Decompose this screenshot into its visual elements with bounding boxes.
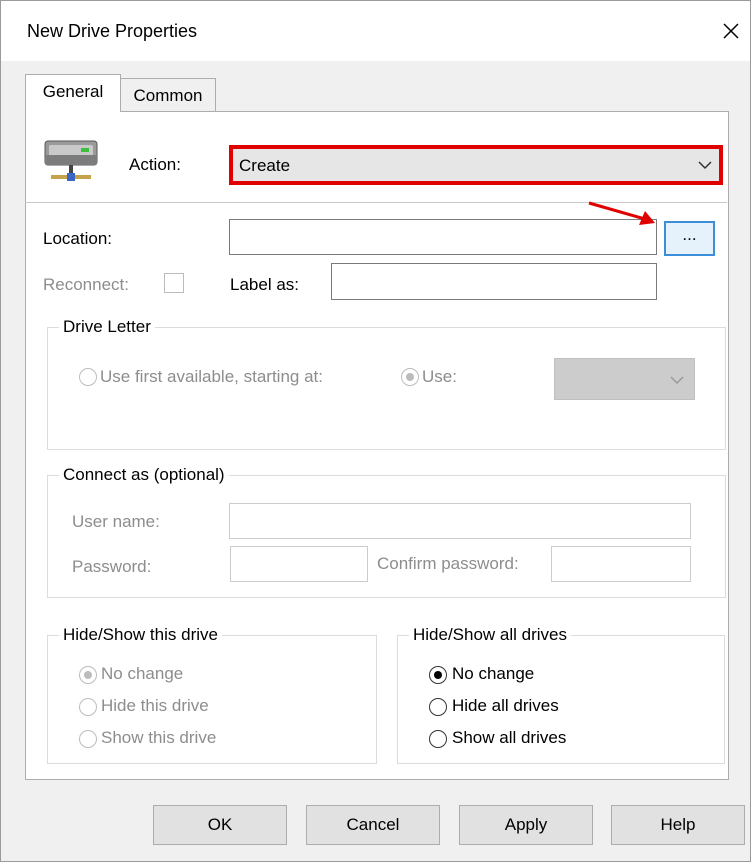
- cancel-button-label: Cancel: [346, 815, 400, 834]
- reconnect-checkbox[interactable]: [164, 273, 184, 293]
- password-input[interactable]: [230, 546, 368, 582]
- help-button-label: Help: [660, 815, 696, 834]
- chevron-down-icon: [698, 161, 712, 170]
- action-label: Action:: [129, 155, 181, 174]
- tab-common-label: Common: [133, 86, 203, 105]
- close-icon[interactable]: [713, 13, 749, 49]
- label-as-label: Label as:: [230, 275, 299, 294]
- apply-button[interactable]: Apply: [459, 805, 593, 845]
- connect-as-legend: Connect as (optional): [59, 465, 229, 485]
- all-drives-no-change-label: No change: [452, 664, 535, 683]
- browse-button[interactable]: ...: [664, 221, 715, 256]
- use-letter-label: Use:: [422, 367, 457, 386]
- tab-general[interactable]: General: [25, 74, 121, 112]
- show-this-drive-label: Show this drive: [101, 728, 217, 747]
- show-all-drives-label: Show all drives: [452, 728, 567, 747]
- apply-button-label: Apply: [504, 815, 548, 834]
- hide-this-drive-label: Hide this drive: [101, 696, 209, 715]
- use-first-available-label: Use first available, starting at:: [100, 367, 323, 386]
- browse-button-label: ...: [682, 225, 697, 244]
- action-selected-value: Create: [239, 156, 291, 175]
- use-letter-radio[interactable]: [401, 368, 419, 386]
- drive-letter-legend: Drive Letter: [59, 317, 155, 337]
- label-as-input[interactable]: [331, 263, 657, 300]
- ok-button[interactable]: OK: [153, 805, 287, 845]
- hide-all-drives-label: Hide all drives: [452, 696, 559, 715]
- ok-button-label: OK: [207, 815, 233, 834]
- show-all-drives-radio[interactable]: [429, 730, 447, 748]
- dialog-title: New Drive Properties: [27, 21, 198, 41]
- hide-show-this-drive-legend: Hide/Show this drive: [59, 625, 222, 645]
- user-name-label: User name:: [72, 512, 160, 531]
- title-bar: New Drive Properties: [1, 1, 750, 61]
- all-drives-no-change-radio[interactable]: [429, 666, 447, 684]
- annotation-arrow-icon: [588, 201, 655, 225]
- this-drive-no-change-radio[interactable]: [79, 666, 97, 684]
- cancel-button[interactable]: Cancel: [306, 805, 440, 845]
- show-this-drive-radio[interactable]: [79, 730, 97, 748]
- confirm-password-label: Confirm password:: [377, 554, 519, 573]
- password-label: Password:: [72, 557, 152, 576]
- tab-common[interactable]: Common: [120, 78, 216, 114]
- network-drive-icon: [43, 137, 101, 189]
- hide-all-drives-radio[interactable]: [429, 698, 447, 716]
- location-label: Location:: [43, 229, 112, 248]
- action-dropdown[interactable]: Create: [229, 145, 723, 185]
- hide-show-all-drives-legend: Hide/Show all drives: [409, 625, 572, 645]
- hide-this-drive-radio[interactable]: [79, 698, 97, 716]
- confirm-password-input[interactable]: [551, 546, 691, 582]
- this-drive-no-change-label: No change: [101, 664, 184, 683]
- use-first-available-radio[interactable]: [79, 368, 97, 386]
- dialog-window: New Drive Properties General Common Acti…: [0, 0, 751, 862]
- drive-letter-dropdown[interactable]: [554, 358, 695, 400]
- reconnect-label: Reconnect:: [43, 275, 129, 294]
- tab-general-label: General: [42, 82, 104, 101]
- chevron-down-icon: [670, 376, 684, 385]
- user-name-input[interactable]: [229, 503, 691, 539]
- help-button[interactable]: Help: [611, 805, 745, 845]
